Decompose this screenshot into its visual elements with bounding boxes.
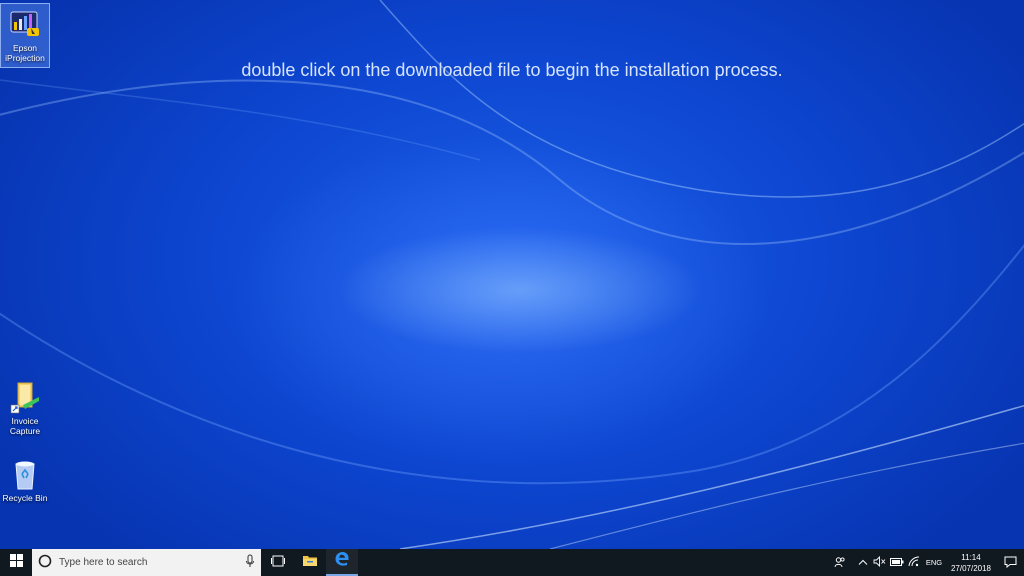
battery-button[interactable] — [888, 549, 905, 576]
instruction-caption: double click on the downloaded file to b… — [241, 60, 783, 80]
invoice-capture-shortcut-icon — [9, 381, 41, 414]
epson-iprojection-icon — [9, 8, 41, 40]
chevron-up-icon — [858, 558, 868, 567]
desktop-icon-label: Epson — [12, 43, 38, 53]
desktop-icon-invoice-capture[interactable]: Invoice Capture — [0, 377, 50, 443]
action-center-icon — [1004, 556, 1017, 570]
action-center-button[interactable] — [996, 549, 1024, 576]
desktop-icon-label: iProjection — [5, 53, 45, 63]
taskbar: Type here to search ENG 11:14 27/07/2018 — [0, 549, 1024, 576]
wifi-icon — [908, 556, 920, 569]
wallpaper-light-streaks — [0, 0, 1024, 549]
input-language-indicator[interactable]: ENG — [922, 549, 946, 576]
start-button[interactable] — [0, 549, 32, 576]
desktop-icon-recycle-bin[interactable]: Recycle Bin — [0, 454, 50, 508]
show-hidden-icons-button[interactable] — [854, 549, 871, 576]
search-placeholder: Type here to search — [59, 557, 148, 568]
taskbar-file-explorer[interactable] — [294, 549, 326, 576]
volume-button[interactable] — [871, 549, 888, 576]
desktop-icon-label: Capture — [9, 426, 41, 436]
clock[interactable]: 11:14 27/07/2018 — [946, 552, 996, 574]
battery-icon — [889, 557, 904, 568]
network-button[interactable] — [905, 549, 922, 576]
task-view-icon — [271, 554, 285, 572]
cortana-circle-icon — [38, 554, 52, 571]
microphone-icon[interactable] — [245, 554, 255, 571]
windows-logo-icon — [9, 553, 23, 572]
search-input[interactable]: Type here to search — [32, 549, 261, 576]
desktop-icon-label: Invoice — [11, 416, 39, 426]
clock-time: 11:14 — [961, 552, 981, 562]
people-icon — [834, 556, 846, 570]
folder-icon — [302, 553, 318, 572]
desktop-icon-label: Recycle Bin — [2, 493, 48, 503]
desktop[interactable]: double click on the downloaded file to b… — [0, 0, 1024, 549]
edge-icon — [334, 551, 350, 572]
task-view-button[interactable] — [262, 549, 294, 576]
desktop-icon-epson-iprojection[interactable]: Epson iProjection — [0, 3, 50, 68]
volume-muted-icon — [873, 555, 886, 569]
system-tray: ENG 11:14 27/07/2018 — [831, 549, 1024, 576]
recycle-bin-icon — [9, 458, 41, 490]
taskbar-edge[interactable] — [326, 549, 358, 576]
people-button[interactable] — [831, 549, 848, 576]
clock-date: 27/07/2018 — [950, 563, 992, 573]
